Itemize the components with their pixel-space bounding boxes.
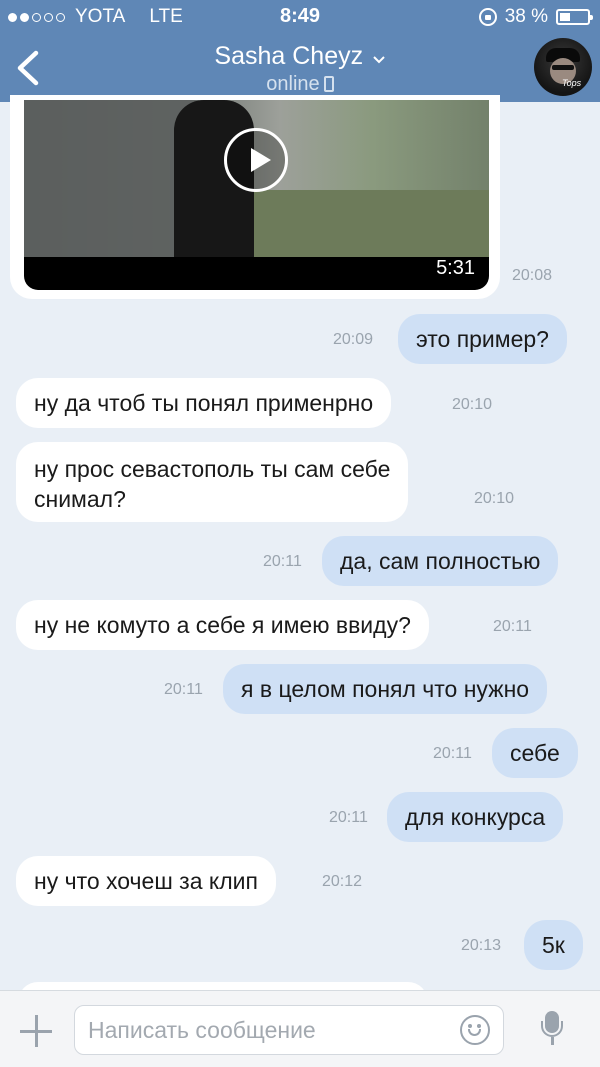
- message-time: 20:10: [474, 490, 515, 507]
- message-time: 20:11: [263, 553, 302, 570]
- message-text: 5к: [542, 932, 565, 958]
- status-bar: YOTA LTE 8:49 38 %: [0, 0, 600, 32]
- top-bar: YOTA LTE 8:49 38 % Sasha Cheyz online To…: [0, 0, 600, 102]
- message-outgoing[interactable]: я в целом понял что нужно: [223, 664, 548, 714]
- message-outgoing[interactable]: для конкурса: [387, 792, 564, 842]
- message-outgoing[interactable]: да, сам полностью: [322, 536, 559, 586]
- message-time: 20:11: [329, 809, 368, 826]
- message-text: ну что хочеш за клип: [34, 868, 258, 894]
- message-time: 20:09: [333, 331, 374, 348]
- message-incoming[interactable]: ну что хочеш за клип: [16, 856, 276, 906]
- chevron-down-icon: [372, 56, 385, 64]
- message-text-line: ну прос севастополь ты сам себе: [34, 456, 391, 482]
- message-text: ну не комуто а себе я имею ввиду?: [34, 612, 411, 638]
- message-text: я в целом понял что нужно: [241, 676, 530, 702]
- attach-plus-icon[interactable]: [20, 1015, 52, 1047]
- contact-name: Sasha Cheyz: [214, 42, 364, 70]
- battery-percent: 38 %: [504, 6, 548, 27]
- contact-status: online: [266, 73, 320, 95]
- message-outgoing[interactable]: это пример?: [398, 314, 567, 364]
- message-time: 20:11: [164, 681, 203, 698]
- message-time: 20:10: [452, 396, 493, 413]
- message-text: себе: [510, 740, 560, 766]
- message-incoming[interactable]: ну прос севастополь ты сам себе снимал?: [16, 442, 409, 522]
- mobile-phone-icon: [323, 76, 334, 92]
- message-outgoing[interactable]: себе: [492, 728, 578, 778]
- message-input[interactable]: [74, 1005, 504, 1055]
- message-text: да, сам полностью: [340, 548, 541, 574]
- video-player[interactable]: 5:31: [24, 100, 489, 290]
- message-text: это пример?: [416, 326, 549, 352]
- message-text-line: снимал?: [34, 486, 126, 512]
- status-right: 38 %: [478, 6, 593, 28]
- message-incoming[interactable]: ну не комуто а себе я имею ввиду?: [16, 600, 429, 650]
- emoji-icon[interactable]: [460, 1015, 490, 1045]
- avatar[interactable]: Tops: [534, 38, 592, 96]
- microphone-icon[interactable]: [541, 1011, 563, 1047]
- message-time: 20:08: [512, 267, 553, 284]
- battery-icon: [556, 9, 593, 25]
- message-outgoing[interactable]: 5к: [524, 920, 583, 970]
- message-text: ну да чтоб ты понял применрно: [34, 390, 374, 416]
- message-text: для конкурса: [405, 804, 546, 830]
- message-time: 20:11: [433, 745, 472, 762]
- contact-header[interactable]: Sasha Cheyz online: [0, 42, 600, 96]
- message-time: 20:13: [461, 937, 502, 954]
- play-icon[interactable]: [224, 128, 288, 192]
- rotation-lock-icon: [478, 8, 497, 26]
- message-time: 20:12: [322, 873, 363, 890]
- message-incoming[interactable]: ну да чтоб ты понял применрно: [16, 378, 392, 428]
- video-duration: 5:31: [436, 257, 475, 279]
- compose-bar: [0, 990, 600, 1067]
- message-time: 20:11: [493, 618, 532, 635]
